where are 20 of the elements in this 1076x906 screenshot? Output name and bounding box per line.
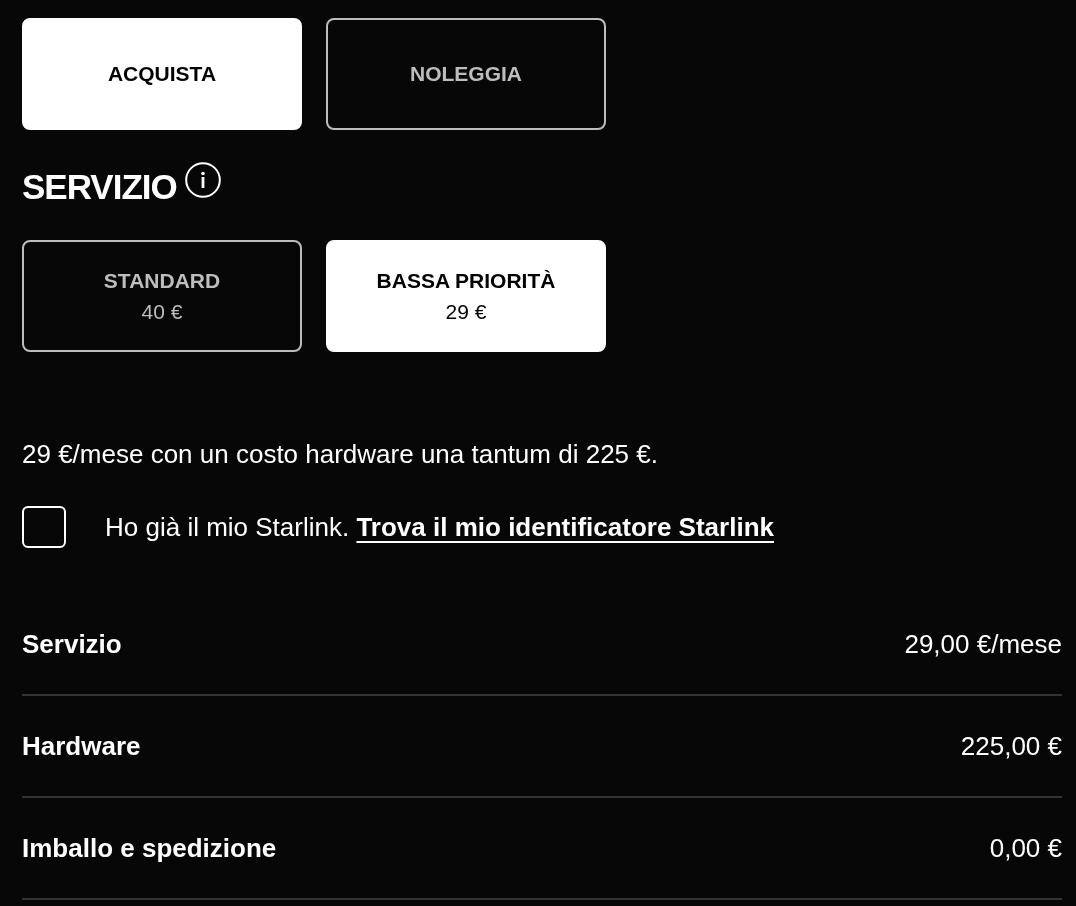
purchase-option-tab[interactable]: NOLEGGIA	[326, 18, 606, 130]
summary-label: Servizio	[22, 627, 122, 661]
plan-name: STANDARD	[103, 267, 221, 293]
purchase-option-tab[interactable]: ACQUISTA	[22, 18, 302, 130]
price-description: 29 €/mese con un costo hardware una tantum di 225 €.	[22, 438, 659, 471]
summary-label: Imballo e spedizione	[22, 831, 277, 865]
service-plan-option[interactable]: BASSA PRIORITÀ 29 €	[326, 240, 606, 352]
summary-value: 225,00 €	[960, 729, 1062, 763]
service-heading: SERVIZIO	[22, 166, 177, 208]
summary-value: 0,00 €	[989, 831, 1062, 865]
identifier-link[interactable]: Trova il mio identificatore Starlink	[356, 511, 774, 542]
plan-price: 40 €	[141, 299, 183, 325]
service-plan-option[interactable]: STANDARD 40 €	[22, 240, 302, 352]
checkbox[interactable]	[22, 506, 66, 549]
checkbox-label: Ho già il mio Starlink. Trova il mio identificatore Starlink	[105, 511, 774, 543]
plan-price: 29 €	[445, 299, 487, 325]
plan-name: BASSA PRIORITÀ	[376, 267, 556, 293]
info-icon[interactable]	[184, 162, 221, 198]
summary-value: 29,00 €/mese	[904, 627, 1062, 661]
summary-label: Hardware	[22, 729, 141, 763]
